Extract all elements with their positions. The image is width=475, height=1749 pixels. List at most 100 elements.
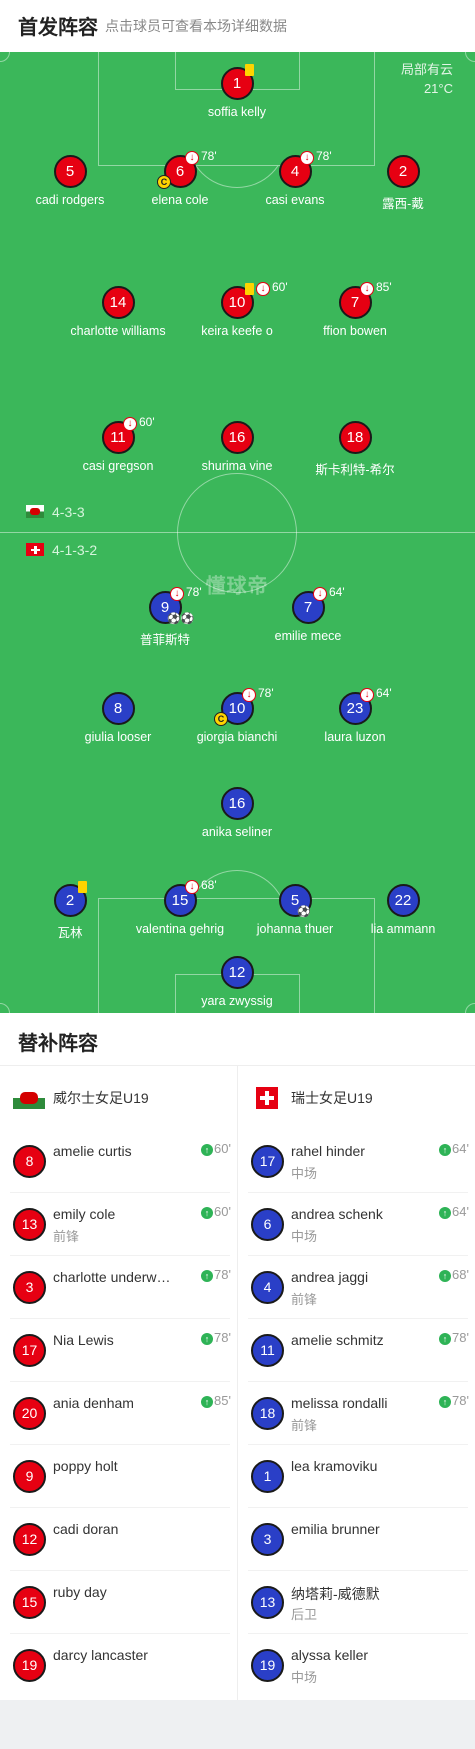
- lineup-hint: 点击球员可查看本场详细数据: [105, 18, 287, 34]
- player-position: 前锋: [53, 1229, 80, 1244]
- player-number: 15: [13, 1586, 46, 1619]
- player-home[interactable]: 1 soffia kelly: [167, 64, 307, 119]
- player-name: charlotte underwood: [53, 1269, 173, 1285]
- captain-icon: C: [157, 175, 171, 189]
- substitute-row[interactable]: 15 ruby day: [0, 1570, 237, 1633]
- player-name: 普菲斯特: [139, 633, 190, 647]
- sub-in-icon: ↑: [201, 1144, 214, 1156]
- player-position: 中场: [291, 1670, 318, 1685]
- player-home[interactable]: 7 ↓ 85' ffion bowen: [285, 280, 425, 338]
- player-name: andrea schenk: [291, 1206, 383, 1222]
- player-name: anika seliner: [201, 825, 273, 839]
- player-position: 中场: [291, 1166, 318, 1181]
- player-name: andrea jaggi: [291, 1269, 369, 1285]
- substitute-row[interactable]: 12 cadi doran: [0, 1507, 237, 1570]
- sub-out-icon: ↓: [170, 587, 184, 601]
- sub-in-time: ↑ 60': [201, 1204, 231, 1219]
- player-away[interactable]: 16 anika seliner: [167, 787, 307, 839]
- player-name: 斯卡利特-希尔: [315, 463, 395, 477]
- player-name: 纳塔莉-威德默: [291, 1586, 380, 1602]
- player-number: 1: [251, 1460, 284, 1493]
- substitute-row[interactable]: 11 amelie schmitz ↑ 78': [238, 1318, 475, 1381]
- substitute-row[interactable]: 17 rahel hinder 中场 ↑ 64': [238, 1129, 475, 1192]
- player-name: cadi doran: [53, 1521, 119, 1537]
- sub-minute: 78': [316, 149, 332, 163]
- player-away[interactable]: 12 yara zwyssig: [167, 956, 307, 1008]
- goal-icon: ⚽⚽: [167, 613, 195, 625]
- yellow-card-icon: [245, 283, 254, 295]
- player-name: ffion bowen: [323, 324, 387, 338]
- goal-icon: ⚽: [297, 906, 311, 918]
- substitute-row[interactable]: 19 darcy lancaster: [0, 1633, 237, 1696]
- player-number: 18: [251, 1397, 284, 1430]
- player-number: 6: [251, 1208, 284, 1241]
- player-position: 中场: [291, 1229, 318, 1244]
- substitute-row[interactable]: 20 ania denham ↑ 85': [0, 1381, 237, 1444]
- away-formation: 4-1-3-2: [26, 542, 97, 558]
- home-team-header[interactable]: 威尔士女足U19: [13, 1066, 149, 1129]
- player-home[interactable]: 18 斯卡利特-希尔: [285, 421, 425, 478]
- player-number: 2: [386, 155, 420, 188]
- player-number: 18: [338, 421, 372, 454]
- sub-out-icon: ↓: [360, 688, 374, 702]
- sub-in-time: ↑ 78': [201, 1267, 231, 1282]
- substitute-row[interactable]: 1 lea kramoviku: [238, 1444, 475, 1507]
- player-away[interactable]: 9 ↓ 78' ⚽⚽ 普菲斯特: [95, 585, 235, 648]
- sub-minute: 60': [139, 415, 155, 429]
- player-number: 13: [13, 1208, 46, 1241]
- substitute-row[interactable]: 13 emily cole 前锋 ↑ 60': [0, 1192, 237, 1255]
- substitute-row[interactable]: 19 alyssa keller 中场: [238, 1633, 475, 1696]
- substitute-row[interactable]: 3 emilia brunner: [238, 1507, 475, 1570]
- substitute-row[interactable]: 6 andrea schenk 中场 ↑ 64': [238, 1192, 475, 1255]
- substitute-row[interactable]: 9 poppy holt: [0, 1444, 237, 1507]
- substitute-row[interactable]: 13 纳塔莉-威德默 后卫: [238, 1570, 475, 1633]
- sub-in-icon: ↑: [201, 1333, 214, 1345]
- player-number: 16: [220, 421, 254, 454]
- away-team-header[interactable]: 瑞士女足U19: [251, 1066, 373, 1129]
- player-name: ruby day: [53, 1584, 107, 1600]
- corner-arc: [0, 1003, 10, 1013]
- player-position: 前锋: [291, 1418, 318, 1433]
- sub-out-icon: ↓: [300, 151, 314, 165]
- substitute-row[interactable]: 3 charlotte underwood ↑ 78': [0, 1255, 237, 1318]
- player-name: lea kramoviku: [291, 1458, 378, 1474]
- wales-flag-icon: [13, 1086, 45, 1109]
- player-number: 3: [251, 1523, 284, 1556]
- substitute-row[interactable]: 8 amelie curtis ↑ 60': [0, 1129, 237, 1192]
- player-away[interactable]: 23 ↓ 64' laura luzon: [285, 686, 425, 744]
- sub-minute: 64': [329, 585, 345, 599]
- player-number: 12: [13, 1523, 46, 1556]
- player-name: emilia brunner: [291, 1521, 380, 1537]
- sub-in-time: ↑ 78': [201, 1330, 231, 1345]
- sub-minute: 78': [186, 585, 202, 599]
- sub-in-icon: ↑: [201, 1207, 214, 1219]
- player-number: 12: [220, 956, 254, 989]
- sub-out-icon: ↓: [185, 151, 199, 165]
- sub-in-time: ↑ 60': [201, 1141, 231, 1156]
- substitute-row[interactable]: 4 andrea jaggi 前锋 ↑ 68': [238, 1255, 475, 1318]
- yellow-card-icon: [245, 64, 254, 76]
- player-number: 8: [13, 1145, 46, 1178]
- player-away[interactable]: 22 lia ammann: [333, 884, 473, 936]
- sub-in-icon: ↑: [439, 1144, 452, 1156]
- player-home[interactable]: 2 露西-戴: [333, 155, 473, 212]
- sub-in-time: ↑ 85': [201, 1393, 231, 1408]
- player-name: emily cole: [53, 1206, 116, 1222]
- home-team-name: 威尔士女足U19: [53, 1089, 149, 1106]
- corner-arc: [0, 52, 10, 62]
- substitute-row[interactable]: 18 melissa rondalli 前锋 ↑ 78': [238, 1381, 475, 1444]
- sub-in-icon: ↑: [201, 1396, 214, 1408]
- player-name: poppy holt: [53, 1458, 118, 1474]
- weather-temp: 21°C: [423, 81, 453, 96]
- player-away[interactable]: 7 ↓ 64' emilie mece: [238, 585, 378, 643]
- player-name: darcy lancaster: [53, 1647, 148, 1663]
- sub-in-time: ↑ 64': [439, 1204, 469, 1219]
- player-name: ania denham: [53, 1395, 134, 1411]
- sub-minute: 85': [376, 280, 392, 294]
- substitute-row[interactable]: 17 Nia Lewis ↑ 78': [0, 1318, 237, 1381]
- sub-minute: 68': [201, 878, 217, 892]
- player-name: amelie curtis: [53, 1143, 132, 1159]
- swiss-flag-icon: [26, 543, 44, 556]
- player-number: 17: [13, 1334, 46, 1367]
- player-name: laura luzon: [324, 730, 386, 744]
